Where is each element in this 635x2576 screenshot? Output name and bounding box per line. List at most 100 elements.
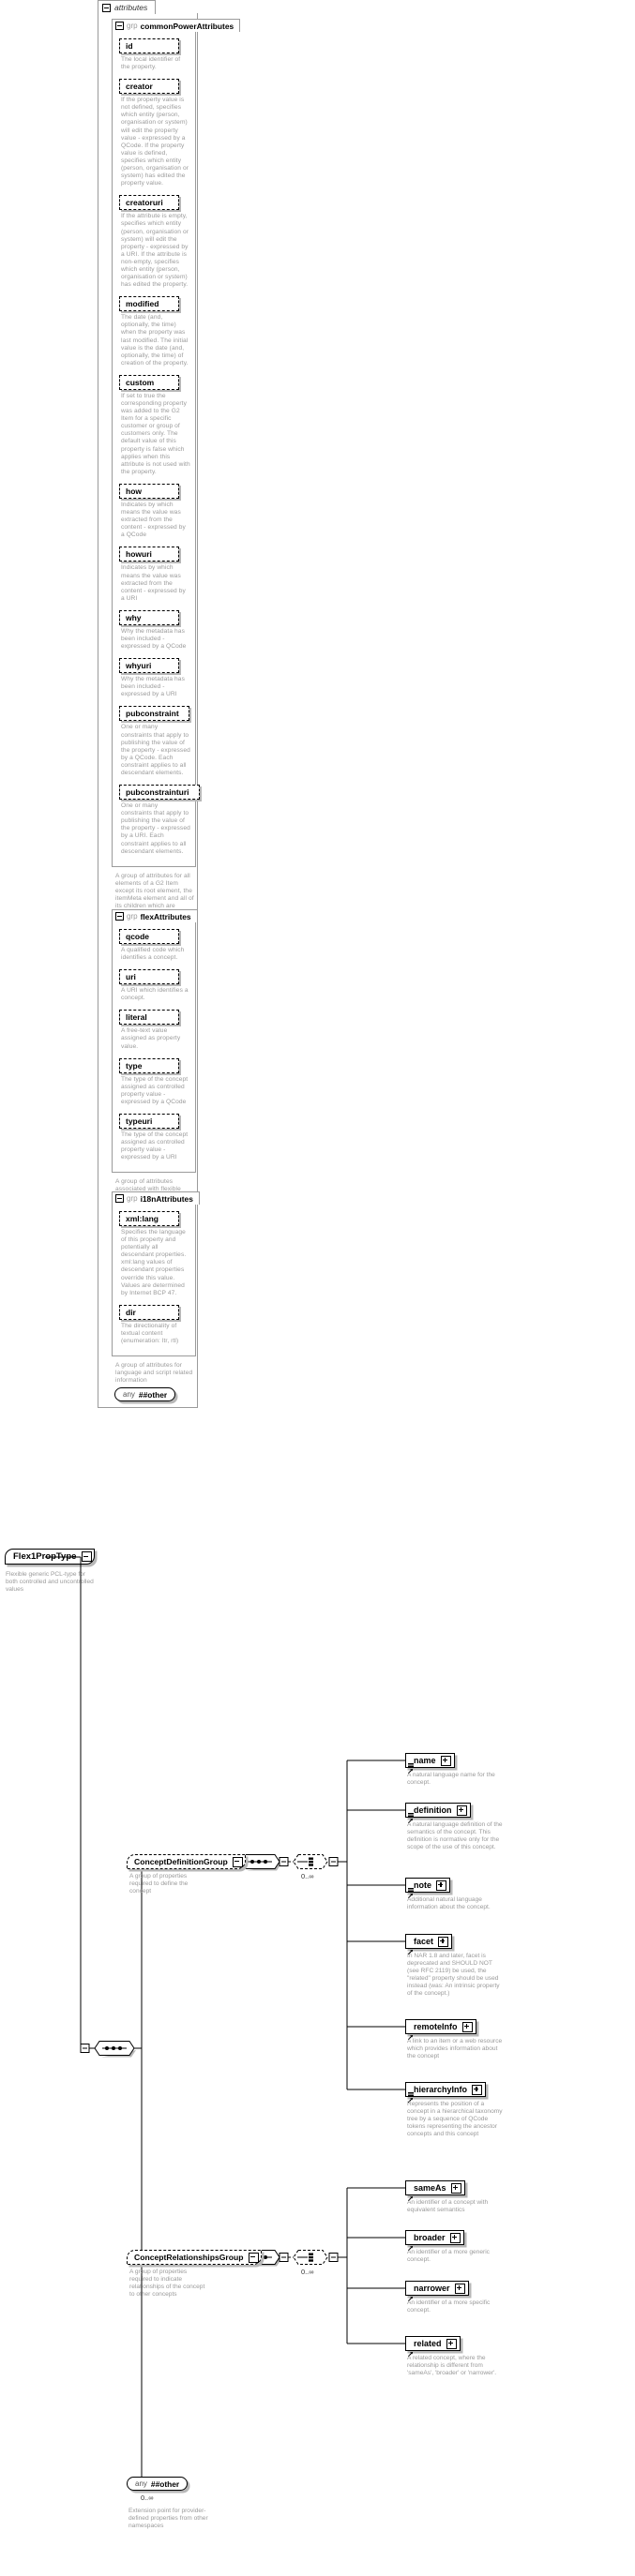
xsd-diagram-canvas: attributes Flex1PropType Flexible generi… xyxy=(0,0,635,2576)
attribute-description: Indicates by which means the value was e… xyxy=(121,564,186,602)
group-name: flexAttributes xyxy=(140,911,191,921)
element-name: narrower xyxy=(414,2284,450,2293)
attribute-custom[interactable]: custom xyxy=(119,374,179,390)
element-name: name xyxy=(414,1756,436,1765)
element-name: hierarchyInfo xyxy=(414,2085,468,2094)
element-description: A related concept, where the relationshi… xyxy=(407,2355,497,2377)
collapse-icon[interactable] xyxy=(115,1194,124,1203)
attributes-arrow-icon xyxy=(407,2090,413,2104)
expand-icon[interactable] xyxy=(440,1755,451,1766)
group-ref-name: ConceptRelationshipsGroup xyxy=(134,2253,244,2262)
any-element-box[interactable]: any ##other xyxy=(127,2477,189,2491)
attribute-entry: id The local identifier of the property. xyxy=(119,37,190,71)
element-sameas[interactable]: sameAs xyxy=(405,2180,465,2202)
collapse-icon[interactable] xyxy=(248,2252,259,2263)
attribute-dir[interactable]: dir xyxy=(119,1304,179,1320)
element-remoteinfo[interactable]: remoteInfo xyxy=(405,2019,476,2041)
attribute-entry: why Why the metadata has been included - … xyxy=(119,608,190,651)
expand-icon[interactable] xyxy=(436,1880,446,1891)
attribute-creatoruri[interactable]: creatoruri xyxy=(119,195,179,211)
attribute-description: The directionality of textual content (e… xyxy=(121,1322,179,1345)
group-kind-label: grp xyxy=(127,912,138,921)
documentation-lines-icon xyxy=(408,1805,414,1817)
element-description: An identifier of a concept with equivale… xyxy=(407,2199,489,2214)
attributes-arrow-icon xyxy=(407,1942,413,1955)
attribute-how[interactable]: how xyxy=(119,483,179,499)
attributes-arrow-icon xyxy=(407,1811,413,1824)
collapse-icon[interactable] xyxy=(115,22,124,30)
element-description: Represents the position of a concept in … xyxy=(407,2101,503,2138)
expand-icon[interactable] xyxy=(456,1805,467,1816)
attribute-entry: creatoruri If the attribute is empty, spe… xyxy=(119,193,190,289)
attribute-uri[interactable]: uri xyxy=(119,969,179,985)
any-namespace: ##other xyxy=(138,1389,168,1400)
element-note[interactable]: note xyxy=(405,1878,450,1899)
group-name: i18nAttributes xyxy=(140,1193,193,1204)
any-prefix: any xyxy=(123,1390,135,1399)
attribute-pubconstrainturi[interactable]: pubconstrainturi xyxy=(119,785,200,801)
element-related[interactable]: related xyxy=(405,2336,461,2358)
element-description: Additional natural language information … xyxy=(407,1896,491,1911)
attribute-description: If the attribute is empty, specifies whi… xyxy=(121,213,189,289)
attribute-typeuri[interactable]: typeuri xyxy=(119,1114,179,1130)
attribute-group-i18nattributes: grp i18nAttributes xml:lang Specifies the l… xyxy=(112,1191,200,1357)
attributes-arrow-icon xyxy=(407,1761,413,1775)
attribute-howuri[interactable]: howuri xyxy=(119,547,179,562)
attribute-xml-lang[interactable]: xml:lang xyxy=(119,1211,179,1226)
element-name[interactable]: name xyxy=(405,1753,455,1775)
any-element-description: Extension point for provider-defined pro… xyxy=(129,2508,208,2530)
attributes-arrow-icon xyxy=(407,2028,413,2041)
collapse-icon[interactable] xyxy=(115,912,124,921)
expand-icon[interactable] xyxy=(461,2021,473,2032)
group-ref-conceptrelationshipsgroup[interactable]: ConceptRelationshipsGroup xyxy=(127,2250,262,2265)
element-description: A natural language definition of the sem… xyxy=(407,1821,503,1851)
expand-icon[interactable] xyxy=(449,2232,461,2243)
attribute-literal[interactable]: literal xyxy=(119,1010,179,1026)
collapse-icon[interactable] xyxy=(232,1856,243,1867)
element-definition[interactable]: definition xyxy=(405,1803,471,1824)
any-attribute-box[interactable]: any ##other xyxy=(114,1387,176,1401)
connector-lines xyxy=(45,1556,405,2485)
group-kind-label: grp xyxy=(127,22,138,30)
element-broader[interactable]: broader xyxy=(405,2230,464,2252)
attribute-list: xml:lang Specifies the language of this p… xyxy=(113,1204,195,1355)
attribute-group-tab[interactable]: grp flexAttributes xyxy=(112,909,198,922)
documentation-lines-icon xyxy=(408,1755,414,1767)
element-hierarchyinfo[interactable]: hierarchyInfo xyxy=(405,2082,487,2104)
group-kind-label: grp xyxy=(127,1194,138,1203)
multiplicity-label: 0..∞ xyxy=(301,2268,314,2276)
expand-icon[interactable] xyxy=(450,2182,461,2194)
element-facet[interactable]: facet xyxy=(405,1934,453,1955)
attributes-arrow-icon xyxy=(407,2344,413,2358)
attribute-id[interactable]: id xyxy=(119,38,179,53)
attribute-group-tab[interactable]: grp i18nAttributes xyxy=(112,1191,200,1205)
attribute-group-tab[interactable]: grp commonPowerAttributes xyxy=(112,19,241,32)
attribute-entry: modified The date (and, optionally, the t… xyxy=(119,294,190,367)
element-narrower[interactable]: narrower xyxy=(405,2281,469,2302)
attribute-qcode[interactable]: qcode xyxy=(119,929,179,944)
element-name: facet xyxy=(414,1937,434,1946)
group-ref-description: A group of properties required to define… xyxy=(129,1873,189,1895)
expand-icon[interactable] xyxy=(454,2283,465,2294)
attribute-description: One or many constraints that apply to pu… xyxy=(121,724,190,776)
attribute-pubconstraint[interactable]: pubconstraint xyxy=(119,706,189,722)
attribute-whyuri[interactable]: whyuri xyxy=(119,658,179,674)
expand-icon[interactable] xyxy=(472,2084,483,2095)
choice-compositor-icon xyxy=(293,2250,328,2265)
element-name: sameAs xyxy=(414,2183,446,2193)
attribute-entry: howuri Indicates by which means the value… xyxy=(119,545,190,602)
group-ref-name: ConceptDefinitionGroup xyxy=(134,1857,228,1866)
attribute-type[interactable]: type xyxy=(119,1057,179,1073)
attribute-creator[interactable]: creator xyxy=(119,79,179,95)
attribute-description: Indicates by which means the value was e… xyxy=(121,501,186,539)
expand-icon[interactable] xyxy=(446,2338,457,2349)
attribute-why[interactable]: why xyxy=(119,609,179,625)
group-ref-conceptdefinitiongroup[interactable]: ConceptDefinitionGroup xyxy=(127,1854,246,1869)
attribute-entry: xml:lang Specifies the language of this p… xyxy=(119,1209,190,1297)
expand-icon[interactable] xyxy=(438,1936,449,1947)
attribute-description: The type of the concept assigned as cont… xyxy=(121,1075,189,1105)
attribute-entry: type The type of the concept assigned as … xyxy=(119,1056,190,1106)
attribute-modified[interactable]: modified xyxy=(119,296,179,312)
choice-compositor-icon xyxy=(293,1854,328,1869)
sequence-compositor-icon xyxy=(94,2041,136,2058)
